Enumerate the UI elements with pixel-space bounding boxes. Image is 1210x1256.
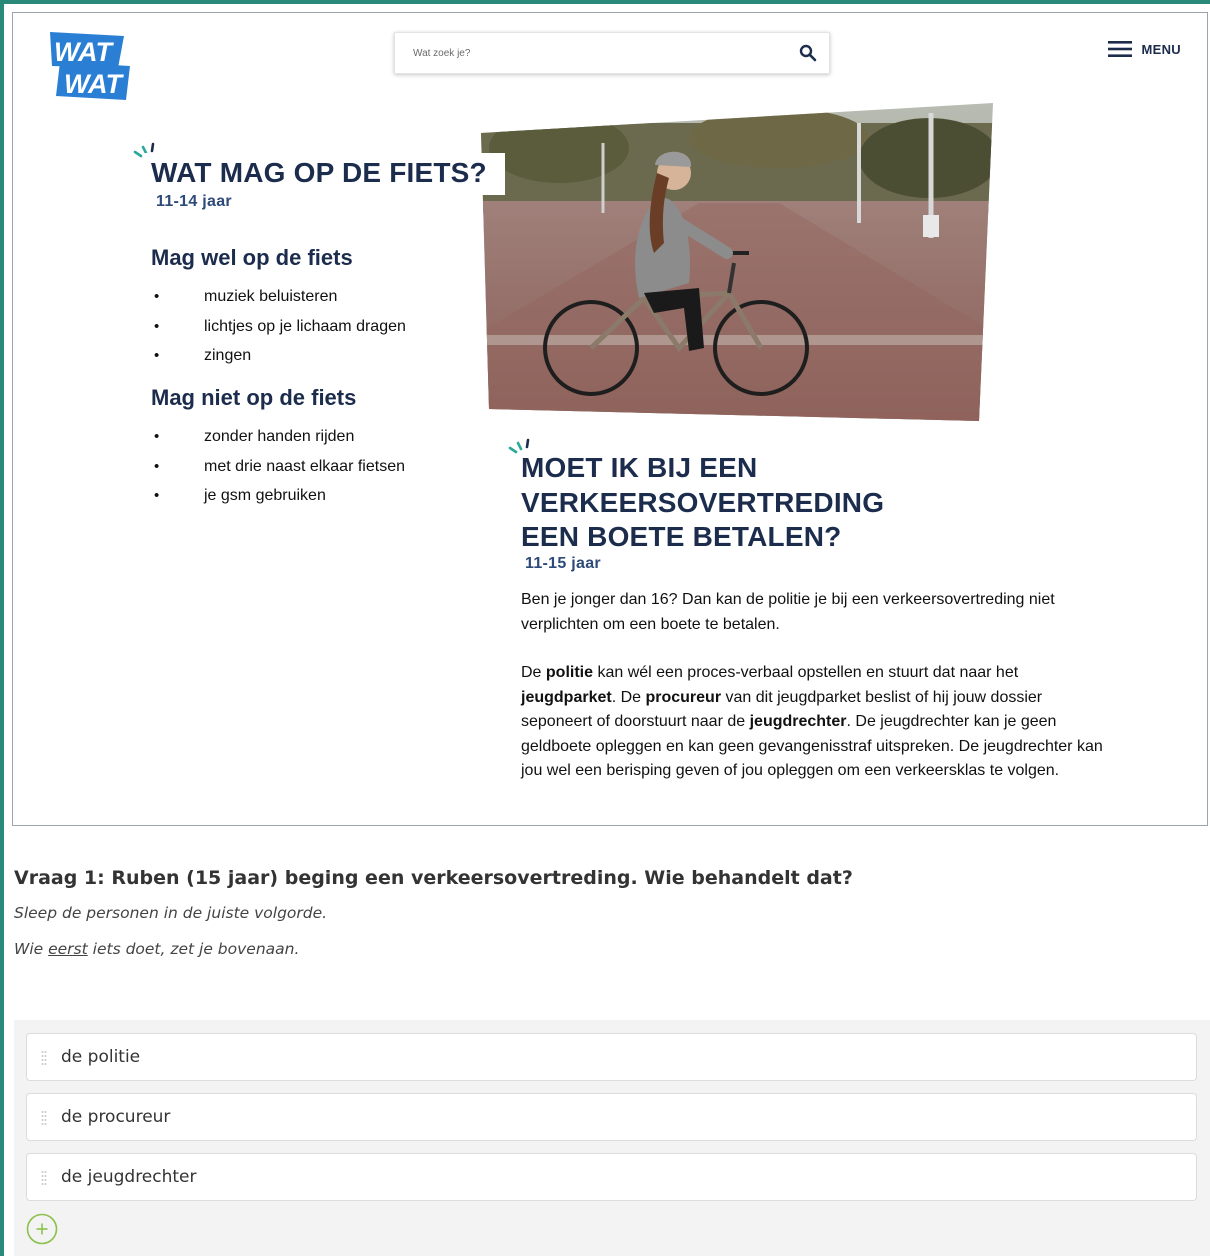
section1-age: 11-14 jaar	[156, 193, 232, 210]
search-bar	[394, 32, 830, 74]
not-allowed-list: zonder handen rijden met drie naast elka…	[154, 422, 405, 511]
allowed-heading: Mag wel op de fiets	[151, 245, 353, 270]
item-label: de procureur	[61, 1107, 171, 1127]
allowed-list: muziek beluisteren lichtjes op je lichaa…	[154, 282, 406, 371]
section2-age: 11-15 jaar	[525, 555, 601, 572]
hamburger-icon	[1107, 41, 1132, 57]
question-instruction: Sleep de personen in de juiste volgorde.	[14, 904, 328, 922]
logo-text-top: WAT	[54, 37, 114, 67]
section2-title: MOET IK BIJ EEN VERKEERSOVERTREDING EEN …	[521, 451, 1081, 555]
bold-term: procureur	[645, 688, 722, 706]
logo-text-bottom: WAT	[64, 69, 124, 99]
not-allowed-heading: Mag niet op de fiets	[151, 385, 357, 410]
list-item: zonder handen rijden	[154, 422, 405, 452]
text-span: Wie	[14, 940, 49, 958]
section2-title-line: VERKEERSOVERTREDING	[521, 486, 885, 518]
underlined-word: eerst	[48, 940, 88, 958]
item-label: de politie	[61, 1047, 141, 1067]
list-item: je gsm gebruiken	[154, 481, 405, 511]
search-icon[interactable]	[799, 44, 817, 62]
add-item-icon[interactable]	[26, 1213, 58, 1245]
text-span: iets doet, zet je bovenaan.	[87, 940, 300, 958]
draggable-item[interactable]: de politie	[26, 1033, 1197, 1081]
question-title: Vraag 1: Ruben (15 jaar) beging een verk…	[14, 867, 853, 889]
menu-label: MENU	[1141, 41, 1181, 57]
text-span: De	[521, 664, 546, 681]
section2-title-line: MOET IK BIJ EEN	[521, 452, 758, 483]
article-image: WAT WAT MENU	[12, 12, 1208, 826]
section1-title: WAT MAG OP DE FIETS?	[151, 157, 487, 188]
search-input[interactable]	[395, 33, 775, 73]
question-instruction: Wie eerst iets doet, zet je bovenaan.	[14, 940, 299, 958]
cyclist-photo	[481, 103, 993, 421]
menu-button[interactable]: MENU	[1107, 41, 1181, 57]
list-item: muziek beluisteren	[154, 282, 406, 312]
drag-handle-icon[interactable]	[41, 1050, 47, 1066]
drag-handle-icon[interactable]	[41, 1170, 47, 1186]
text-span: . De	[611, 688, 646, 706]
bold-term: jeugdparket	[521, 688, 612, 706]
item-label: de jeugdrechter	[61, 1167, 197, 1187]
draggable-item[interactable]: de procureur	[26, 1093, 1197, 1141]
list-item: lichtjes op je lichaam dragen	[154, 312, 406, 342]
watwat-logo[interactable]: WAT WAT	[46, 30, 132, 102]
bold-term: jeugdrechter	[749, 713, 847, 730]
section2-paragraph-2: De politie kan wél een proces-verbaal op…	[521, 661, 1111, 784]
drag-handle-icon[interactable]	[41, 1110, 47, 1126]
text-span: kan wél een proces-verbaal opstellen en …	[593, 664, 1019, 681]
draggable-item[interactable]: de jeugdrechter	[26, 1153, 1197, 1201]
drag-drop-area: de politie de procureur de jeugdrechter	[14, 1020, 1210, 1256]
section2-paragraph-1: Ben je jonger dan 16? Dan kan de politie…	[521, 591, 1055, 633]
section1-title-box: WAT MAG OP DE FIETS?	[143, 153, 505, 195]
bold-term: politie	[545, 664, 594, 681]
list-item: zingen	[154, 341, 406, 371]
list-item: met drie naast elkaar fietsen	[154, 452, 405, 482]
section2-title-line: EEN BOETE BETALEN?	[521, 521, 842, 552]
